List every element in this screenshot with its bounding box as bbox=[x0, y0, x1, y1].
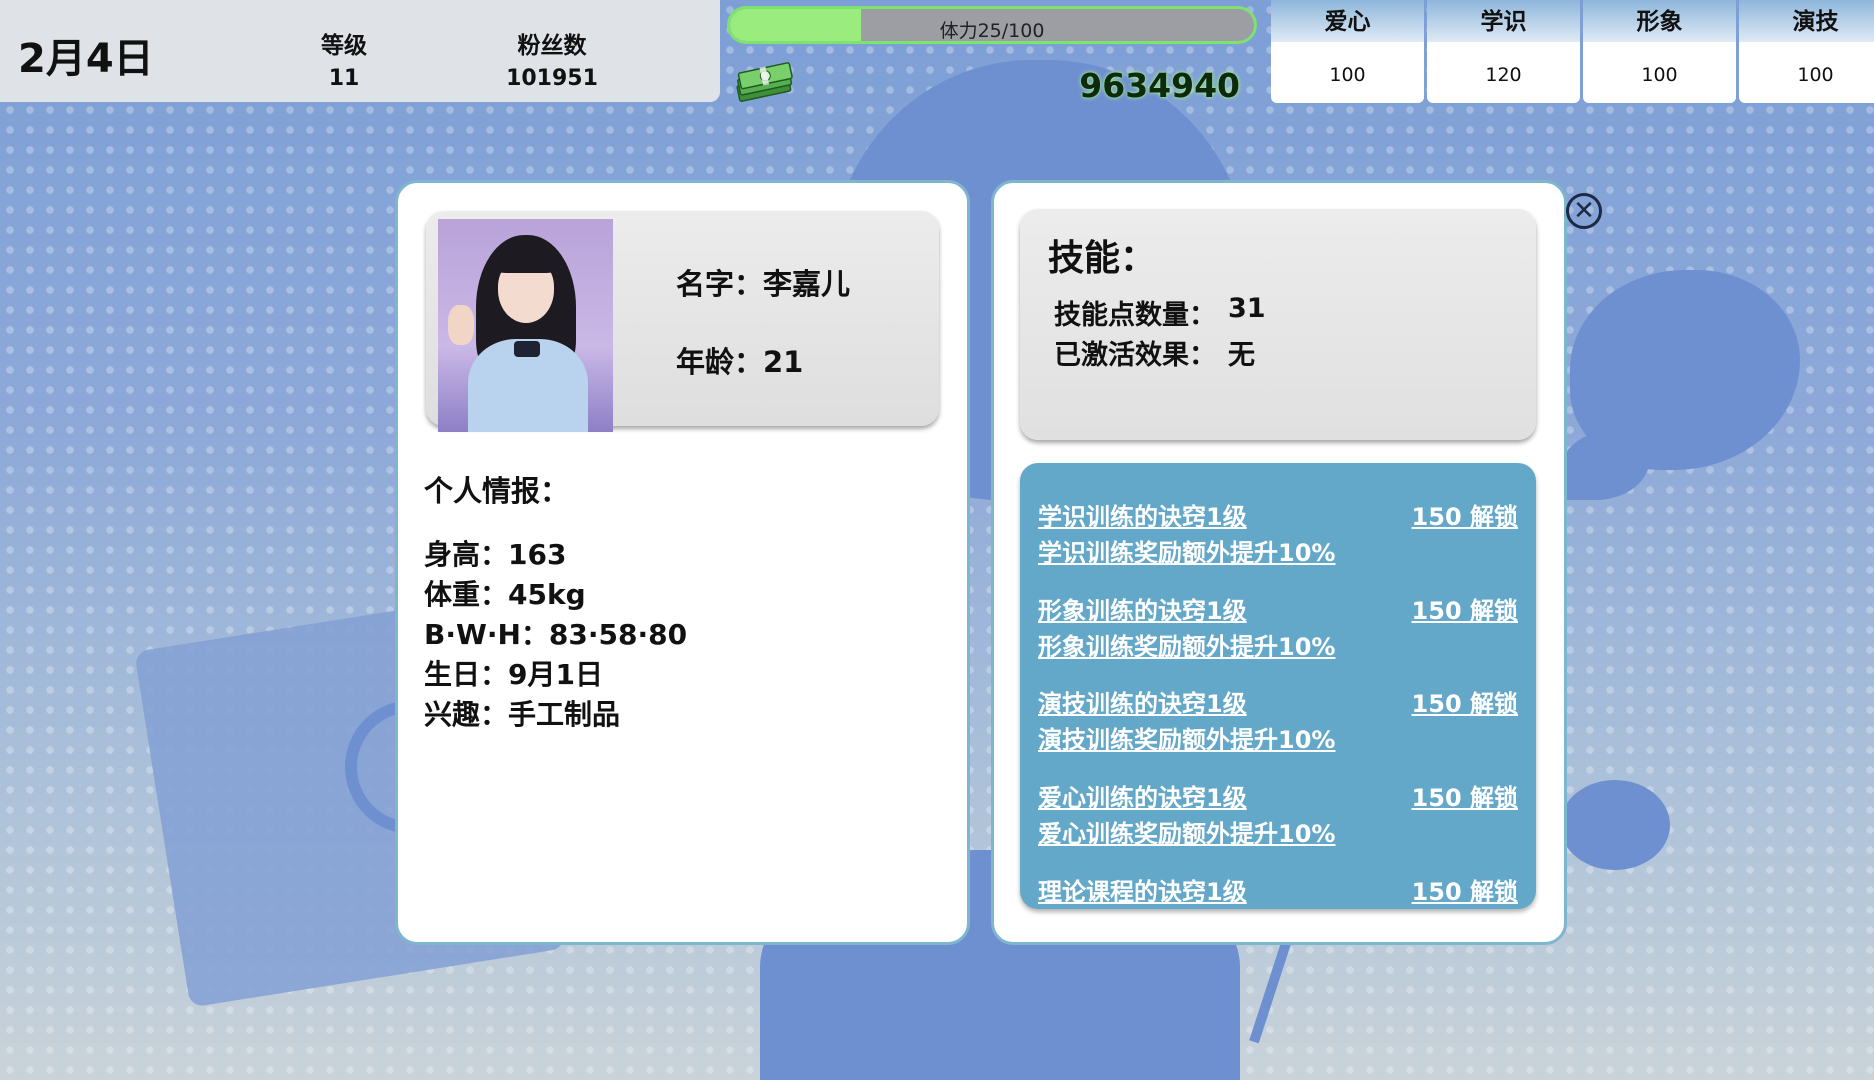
money-amount: 9634940 bbox=[1079, 66, 1240, 105]
stamina-bar: 体力25/100 bbox=[727, 6, 1257, 44]
skill-description[interactable]: 演技训练奖励额外提升10% bbox=[1038, 720, 1335, 755]
attribute-value: 100 bbox=[1797, 64, 1834, 86]
skill-name[interactable]: 理论课程的诀窍1级 bbox=[1038, 872, 1247, 907]
cash-stack-icon bbox=[736, 62, 793, 102]
skill-unlock-button[interactable]: 150 解锁 bbox=[1412, 591, 1518, 626]
character-portrait bbox=[438, 219, 613, 432]
attribute-value: 120 bbox=[1485, 64, 1522, 86]
game-screen: 2月4日 等级 11 粉丝数 101951 体力25/100 9634940 爱… bbox=[0, 0, 1874, 1080]
skill-item: 爱心训练的诀窍1级 爱心训练奖励额外提升10% 150 解锁 bbox=[1038, 778, 1518, 858]
attribute-image: 形象 100 bbox=[1583, 0, 1736, 103]
current-date: 2月4日 bbox=[18, 36, 154, 82]
skills-title: 技能： bbox=[1048, 238, 1157, 279]
info-hobby: 兴趣：手工制品 bbox=[424, 698, 621, 731]
info-measurements: B·W·H：83·58·80 bbox=[424, 618, 688, 651]
attribute-value: 100 bbox=[1641, 64, 1678, 86]
profile-panel: 名字：李嘉儿 年龄：21 个人情报： 身高：163 体重：45kg B·W·H：… bbox=[395, 180, 970, 945]
info-birthday: 生日：9月1日 bbox=[424, 658, 603, 691]
skill-item: 演技训练的诀窍1级 演技训练奖励额外提升10% 150 解锁 bbox=[1038, 684, 1518, 764]
skill-item: 理论课程的诀窍1级 150 解锁 bbox=[1038, 872, 1518, 909]
attribute-acting: 演技 100 bbox=[1739, 0, 1874, 103]
skill-unlock-button[interactable]: 150 解锁 bbox=[1412, 684, 1518, 719]
skill-points-value: 31 bbox=[1228, 293, 1266, 324]
skill-name[interactable]: 爱心训练的诀窍1级 bbox=[1038, 778, 1247, 813]
skill-item: 学识训练的诀窍1级 学识训练奖励额外提升10% 150 解锁 bbox=[1038, 497, 1518, 577]
skill-name[interactable]: 形象训练的诀窍1级 bbox=[1038, 591, 1247, 626]
skill-description[interactable]: 学识训练奖励额外提升10% bbox=[1038, 533, 1335, 568]
skill-description[interactable]: 爱心训练奖励额外提升10% bbox=[1038, 814, 1335, 849]
skill-summary-card: 技能： 技能点数量： 31 已激活效果： 无 bbox=[1020, 209, 1536, 440]
attribute-label: 学识 bbox=[1427, 0, 1580, 42]
profile-card: 名字：李嘉儿 年龄：21 bbox=[426, 211, 939, 432]
fans-value: 101951 bbox=[506, 66, 598, 91]
skill-unlock-button[interactable]: 150 解锁 bbox=[1412, 778, 1518, 813]
skill-unlock-button[interactable]: 150 解锁 bbox=[1412, 497, 1518, 532]
skill-points-label: 技能点数量： bbox=[1054, 300, 1216, 331]
active-effect-label: 已激活效果： bbox=[1054, 340, 1216, 371]
skill-name[interactable]: 学识训练的诀窍1级 bbox=[1038, 497, 1247, 532]
status-bar: 2月4日 等级 11 粉丝数 101951 bbox=[0, 0, 720, 102]
personal-info-title: 个人情报： bbox=[424, 474, 570, 508]
close-circle-icon[interactable]: ✕ bbox=[1566, 193, 1602, 229]
character-name: 名字：李嘉儿 bbox=[676, 267, 851, 301]
active-effect-value: 无 bbox=[1228, 340, 1255, 371]
portrait-hand bbox=[448, 305, 474, 345]
skill-unlock-button[interactable]: 150 解锁 bbox=[1412, 872, 1518, 907]
info-height: 身高：163 bbox=[424, 538, 567, 571]
portrait-bow bbox=[514, 341, 540, 357]
portrait-bangs bbox=[493, 249, 559, 273]
skills-panel: 技能： 技能点数量： 31 已激活效果： 无 学识训练的诀窍1级 学识训练奖励额… bbox=[991, 180, 1567, 945]
stamina-track: 体力25/100 bbox=[730, 9, 1254, 41]
stamina-text: 体力25/100 bbox=[939, 20, 1045, 41]
skill-list[interactable]: 学识训练的诀窍1级 学识训练奖励额外提升10% 150 解锁 形象训练的诀窍1级… bbox=[1020, 463, 1536, 909]
info-weight: 体重：45kg bbox=[424, 578, 586, 611]
attribute-knowledge: 学识 120 bbox=[1427, 0, 1580, 103]
attribute-label: 形象 bbox=[1583, 0, 1736, 42]
rose-leaf-silhouette-2 bbox=[1560, 780, 1670, 870]
character-age: 年龄：21 bbox=[676, 345, 804, 379]
skill-name[interactable]: 演技训练的诀窍1级 bbox=[1038, 684, 1247, 719]
attribute-value: 100 bbox=[1329, 64, 1366, 86]
attribute-label: 爱心 bbox=[1271, 0, 1424, 42]
attribute-love: 爱心 100 bbox=[1271, 0, 1424, 103]
level-label: 等级 bbox=[321, 33, 367, 59]
skill-description[interactable]: 形象训练奖励额外提升10% bbox=[1038, 627, 1335, 662]
fans-label: 粉丝数 bbox=[517, 33, 587, 59]
level-value: 11 bbox=[328, 66, 360, 91]
skill-item: 形象训练的诀窍1级 形象训练奖励额外提升10% 150 解锁 bbox=[1038, 591, 1518, 671]
attribute-label: 演技 bbox=[1739, 0, 1874, 42]
